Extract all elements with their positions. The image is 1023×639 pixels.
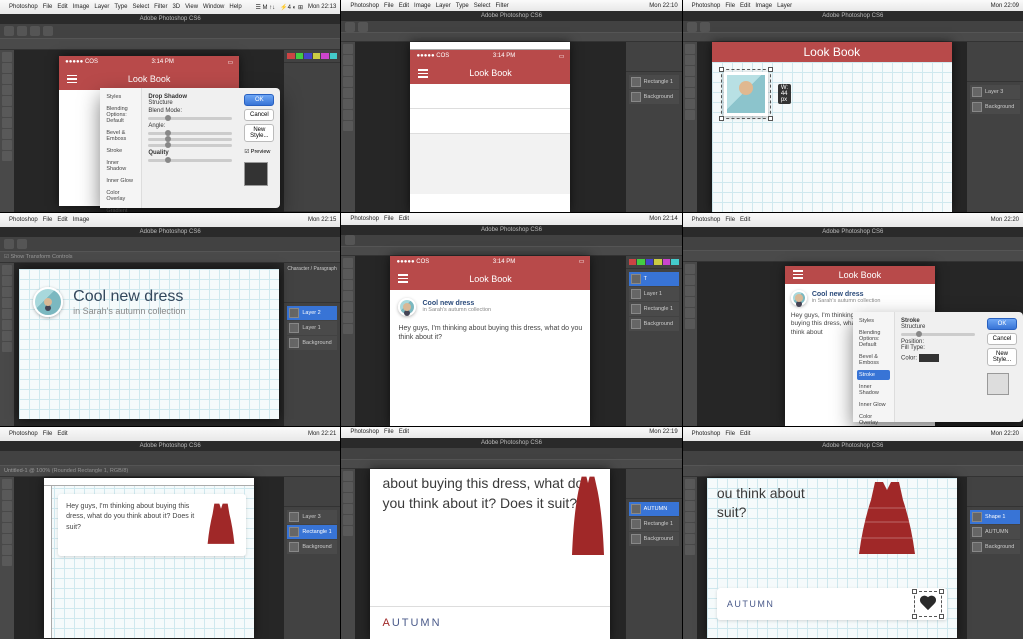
tools-panel[interactable] xyxy=(0,263,14,425)
mac-menubar[interactable]: PhotoshopFileEditImageLayerTypeSelectFil… xyxy=(341,0,681,11)
canvas[interactable]: Hey guys, I'm thinking about buying this… xyxy=(14,477,284,639)
cancel-button[interactable]: Cancel xyxy=(987,333,1017,345)
hamburger-icon[interactable] xyxy=(67,75,77,84)
ps-toolbar[interactable] xyxy=(0,24,340,38)
tools-panel[interactable] xyxy=(341,469,355,639)
cancel-button[interactable]: Cancel xyxy=(244,109,274,121)
right-panels[interactable]: Character / Paragraph Layer 2Layer 1Back… xyxy=(284,263,340,425)
post-body: Hey guys, I'm thinking about buying this… xyxy=(66,502,196,548)
layer-style-dialog[interactable]: StylesBlending Options: DefaultBevel & E… xyxy=(853,312,1023,422)
canvas[interactable]: ●●●●● COS3:14 PM▭ Look Book StylesBlendi… xyxy=(14,50,284,212)
layers-panel: Layer 3 Background xyxy=(967,82,1023,118)
ok-button[interactable]: OK xyxy=(244,94,274,106)
avatar xyxy=(398,298,416,316)
ios-statusbar: ●●●●● COS3:14 PM▭ xyxy=(59,56,239,68)
post-subtitle: in Sarah's autumn collection xyxy=(73,306,185,316)
screenshot-4: PhotoshopFileEditImageMon 22:15 Adobe Ph… xyxy=(0,213,340,425)
canvas[interactable]: ou think about suit? AUTUMN xyxy=(697,477,967,639)
mac-menubar[interactable]: PhotoshopFileEditImageLayerTypeSelectFil… xyxy=(0,0,340,14)
screenshot-8: PhotoshopFileEditMon 22:19 Adobe Photosh… xyxy=(341,427,681,639)
spread-slider[interactable] xyxy=(148,138,232,141)
mac-menubar[interactable]: PhotoshopFileEditImageLayerMon 22:09 xyxy=(683,0,1023,11)
size-slider[interactable] xyxy=(148,144,232,147)
hamburger-icon[interactable] xyxy=(793,270,803,279)
distance-slider[interactable] xyxy=(148,132,232,135)
ruler-horizontal[interactable] xyxy=(44,478,254,486)
layer-style-sidebar[interactable]: StylesBlending Options: DefaultBevel & E… xyxy=(100,88,142,208)
ios-header: Look Book xyxy=(59,68,239,90)
tools-panel[interactable] xyxy=(341,42,355,212)
canvas[interactable]: Look Book W: 44 px xyxy=(697,42,967,212)
tools-panel[interactable] xyxy=(341,256,355,426)
canvas[interactable]: Cool new dress in Sarah's autumn collect… xyxy=(14,263,284,425)
heart-icon[interactable] xyxy=(919,596,937,612)
preview-swatch xyxy=(244,162,268,186)
screenshot-6: PhotoshopFileEditMon 22:20 Adobe Photosh… xyxy=(683,213,1023,425)
avatar xyxy=(33,287,63,317)
canvas[interactable]: Look Book Cool new dressin Sarah's autum… xyxy=(697,262,1023,426)
avatar xyxy=(791,290,807,306)
layer-style-main[interactable]: Drop ShadowStructure Blend Mode: Angle: … xyxy=(142,88,238,208)
dress-image[interactable] xyxy=(204,502,238,548)
size-tooltip: W: 44 px xyxy=(778,84,791,104)
post-title: Cool new dress xyxy=(73,288,185,306)
canvas[interactable]: ●●●●● COS3:14 PM▭ Look Book Cool new dre… xyxy=(355,256,625,426)
avatar-photo[interactable] xyxy=(724,72,768,116)
screenshot-3: PhotoshopFileEditImageLayerMon 22:09 Ado… xyxy=(683,0,1023,212)
ios-title: Look Book xyxy=(128,74,171,84)
tools-panel[interactable] xyxy=(683,42,697,212)
screenshot-1: PhotoshopFileEditImageLayerTypeSelectFil… xyxy=(0,0,340,212)
new-style-button[interactable]: New Style... xyxy=(987,348,1017,366)
tag-label[interactable]: AUTUMN xyxy=(727,599,775,609)
canvas[interactable]: ●●●●● COS3:14 PM▭ Look Book xyxy=(355,42,625,212)
new-style-button[interactable]: New Style... xyxy=(244,124,274,142)
tools-panel[interactable] xyxy=(683,477,697,639)
tag-label[interactable]: AUTUMN xyxy=(370,606,610,639)
screenshot-2: PhotoshopFileEditImageLayerTypeSelectFil… xyxy=(341,0,681,212)
tools-panel[interactable] xyxy=(0,50,14,212)
right-panels[interactable]: Shape 1AUTUMNBackground xyxy=(967,477,1023,639)
ps-toolbar[interactable] xyxy=(341,21,681,32)
post-body: Hey guys, I'm thinking about buying this… xyxy=(398,324,582,344)
right-panels[interactable]: TLayer 1Rectangle 1Background xyxy=(626,256,682,426)
app-title: Adobe Photoshop CS6 xyxy=(0,14,340,24)
dress-image xyxy=(572,475,604,563)
right-panels[interactable] xyxy=(284,50,340,212)
tools-panel[interactable] xyxy=(0,477,14,639)
layers-panel[interactable]: Rectangle 1 Background xyxy=(626,72,682,108)
tools-panel[interactable] xyxy=(683,262,697,426)
right-panels[interactable]: Layer 3Rectangle 1Background xyxy=(284,477,340,639)
ok-button[interactable]: OK xyxy=(987,318,1017,330)
post-body-frag: ou think about suit? xyxy=(717,484,827,523)
options-bar[interactable] xyxy=(0,38,340,50)
screenshot-7: PhotoshopFileEditMon 22:21 Adobe Photosh… xyxy=(0,427,340,639)
right-panels[interactable]: AUTUMNRectangle 1Background xyxy=(626,469,682,639)
ruler-vertical[interactable] xyxy=(44,486,52,638)
layer-style-dialog[interactable]: StylesBlending Options: DefaultBevel & E… xyxy=(100,88,280,208)
opacity-slider[interactable] xyxy=(148,117,232,120)
hamburger-icon[interactable] xyxy=(418,69,428,78)
size-slider[interactable] xyxy=(901,333,975,336)
preview-swatch xyxy=(987,373,1009,395)
noise-slider[interactable] xyxy=(148,159,232,162)
dress-image[interactable] xyxy=(857,480,917,558)
canvas[interactable]: about buying this dress, what do you thi… xyxy=(355,469,625,639)
right-panels[interactable]: Layer 3 Background xyxy=(967,42,1023,212)
right-panels[interactable]: Rectangle 1 Background xyxy=(626,42,682,212)
screenshot-5: PhotoshopFileEditMon 22:14 Adobe Photosh… xyxy=(341,213,681,425)
screenshot-9: PhotoshopFileEditMon 22:20 Adobe Photosh… xyxy=(683,427,1023,639)
hamburger-icon[interactable] xyxy=(398,274,408,283)
